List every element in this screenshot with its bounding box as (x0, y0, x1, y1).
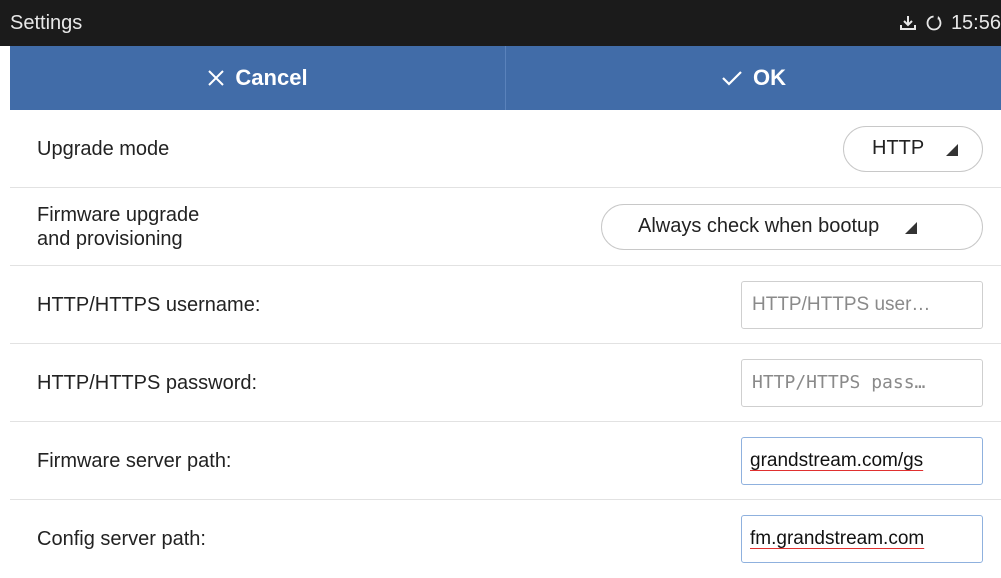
password-input[interactable]: HTTP/HTTPS pass… (741, 358, 983, 407)
ok-button[interactable]: OK (506, 46, 1001, 110)
setting-row-firmware-upgrade: Firmware upgrade and provisioning Always… (10, 188, 1001, 266)
password-placeholder: HTTP/HTTPS pass… (752, 372, 926, 393)
setting-row-config-server-path: Config server path: fm.grandstream.com (10, 500, 1001, 578)
close-icon (208, 70, 225, 86)
download-icon (899, 16, 916, 30)
ok-label: OK (753, 65, 786, 90)
cancel-label: Cancel (235, 65, 308, 90)
firmware-server-path-input[interactable]: grandstream.com/gs (741, 436, 983, 485)
setting-row-firmware-server-path: Firmware server path: grandstream.com/gs (10, 422, 1001, 500)
upgrade-mode-value: HTTP (872, 137, 925, 159)
upgrade-mode-select[interactable]: HTTP (843, 125, 983, 172)
setting-row-username: HTTP/HTTPS username: HTTP/HTTPS user… (10, 266, 1001, 344)
status-time: 15:56 (950, 11, 1001, 34)
firmware-upgrade-select[interactable]: Always check when bootup (601, 203, 983, 250)
firmware-server-path-label: Firmware server path: (37, 449, 232, 472)
dropdown-triangle-icon (946, 143, 959, 156)
setting-row-password: HTTP/HTTPS password: HTTP/HTTPS pass… (10, 344, 1001, 422)
username-input[interactable]: HTTP/HTTPS user… (741, 280, 983, 329)
action-bar: Cancel OK (10, 46, 1001, 110)
status-bar: Settings 15:56 (0, 0, 1001, 46)
config-server-path-input[interactable]: fm.grandstream.com (741, 515, 983, 563)
dropdown-triangle-icon (905, 221, 918, 234)
config-server-path-value: fm.grandstream.com (750, 528, 925, 549)
username-placeholder: HTTP/HTTPS user… (752, 293, 931, 315)
status-title: Settings (10, 11, 83, 34)
firmware-upgrade-label: Firmware upgrade and provisioning (37, 203, 199, 251)
setting-row-upgrade-mode: Upgrade mode HTTP (10, 110, 1001, 188)
cancel-button[interactable]: Cancel (10, 46, 506, 110)
firmware-upgrade-value: Always check when bootup (638, 215, 880, 237)
checkmark-icon (722, 71, 742, 86)
username-label: HTTP/HTTPS username: (37, 293, 261, 316)
firmware-upgrade-label-line1: Firmware upgrade (37, 203, 200, 226)
firmware-server-path-value: grandstream.com/gs (750, 449, 924, 471)
sync-icon (926, 15, 942, 31)
settings-list: Upgrade mode HTTP Firmware upgrade and p… (10, 110, 1001, 578)
firmware-upgrade-label-line2: and provisioning (37, 227, 183, 250)
config-server-path-label: Config server path: (37, 528, 206, 550)
password-label: HTTP/HTTPS password: (37, 371, 258, 394)
status-icons: 15:56 (899, 12, 1001, 35)
upgrade-mode-label: Upgrade mode (37, 137, 170, 160)
